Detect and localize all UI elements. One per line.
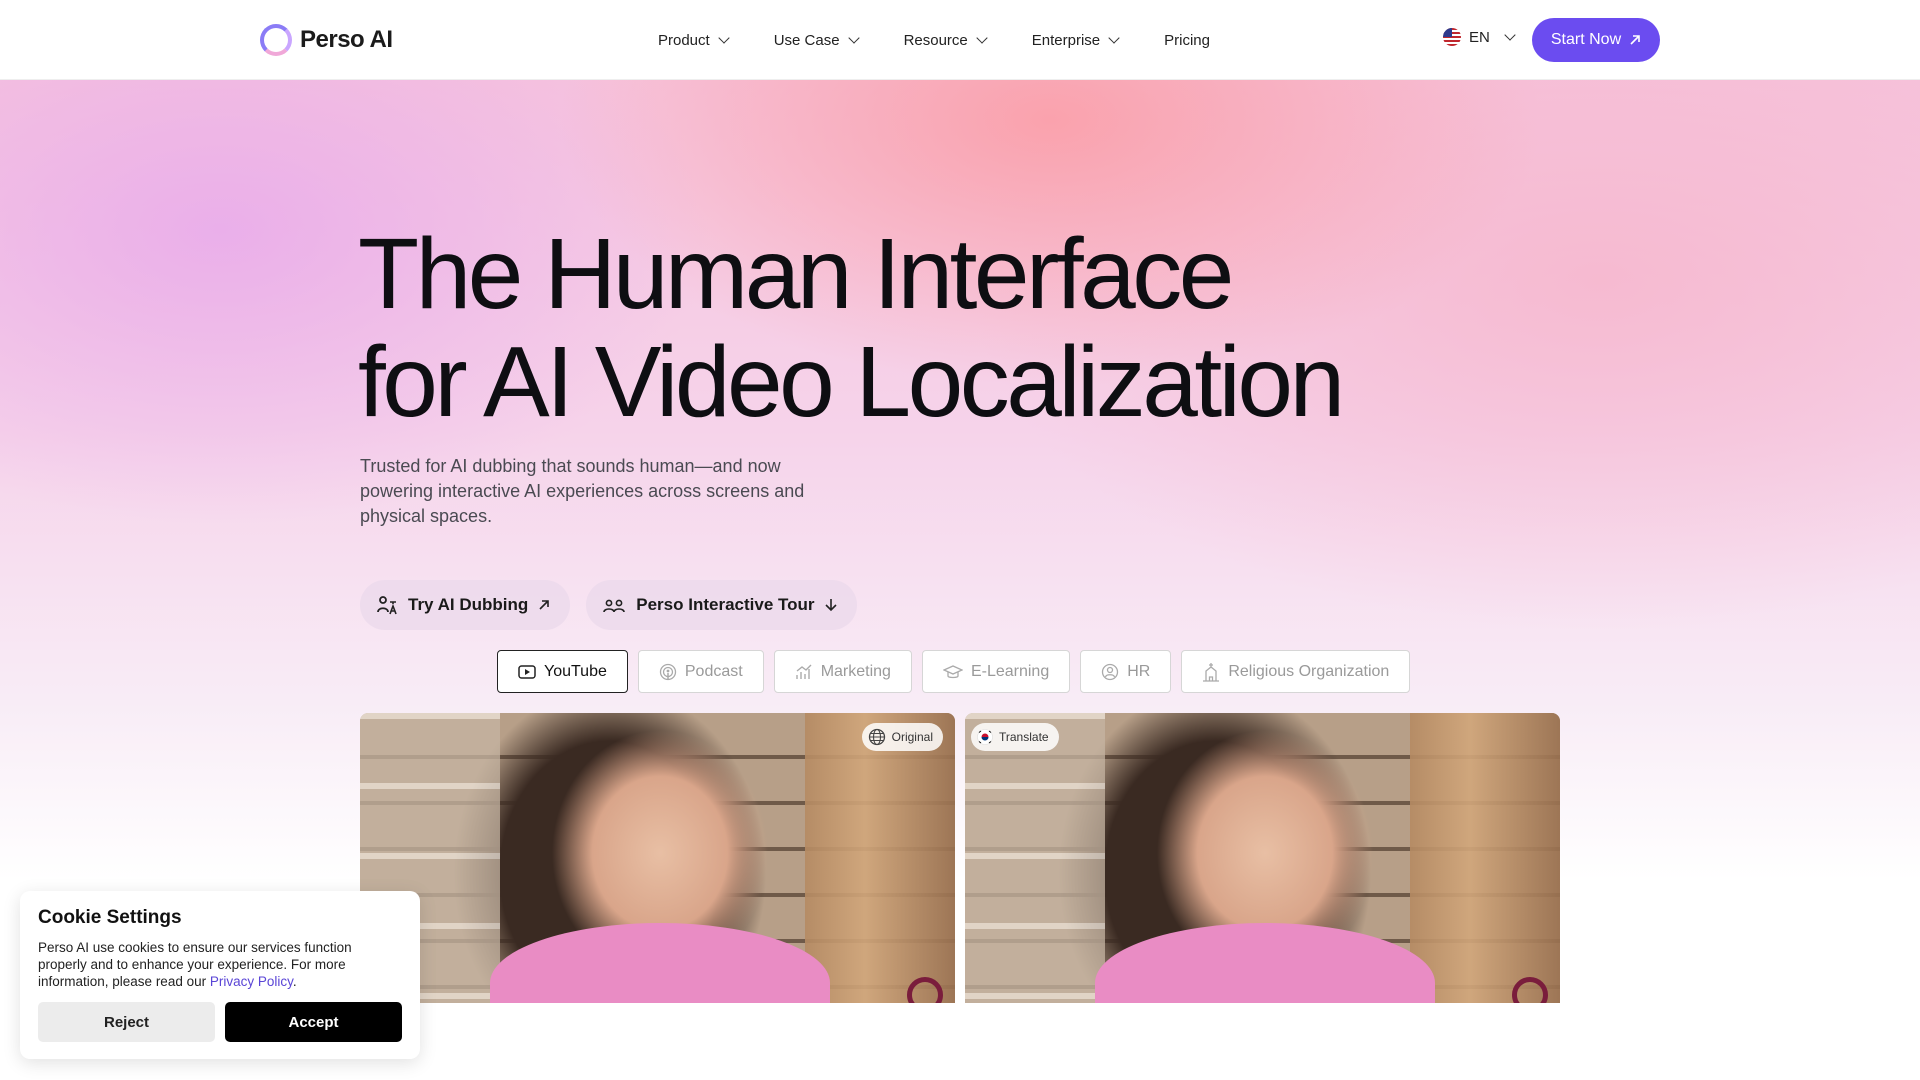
original-label: Original	[891, 730, 933, 744]
globe-icon	[868, 728, 885, 746]
tab-label: Marketing	[820, 662, 891, 680]
nav-use-case[interactable]: Use Case	[773, 31, 860, 49]
tab-label: E-Learning	[970, 662, 1050, 680]
video-subject	[490, 923, 830, 1003]
tab-label: HR	[1127, 662, 1151, 680]
nav-product[interactable]: Product	[658, 31, 730, 49]
start-now-button[interactable]: Start Now	[1532, 18, 1660, 62]
perso-interactive-tour-button[interactable]: Perso Interactive Tour	[586, 580, 857, 630]
person-icon	[1102, 663, 1119, 680]
chevron-down-icon	[1108, 32, 1120, 44]
use-case-tabs: YouTube Podcast Marketing E-Learning HR …	[497, 650, 1411, 693]
logo-text: Perso AI	[300, 26, 393, 53]
tab-podcast[interactable]: Podcast	[637, 650, 764, 693]
try-ai-dubbing-button[interactable]: Try AI Dubbing	[360, 580, 571, 630]
site-header: Perso AI Product Use Case Resource Enter…	[0, 0, 1920, 80]
hero-headline: The Human Interface for AI Video Localiz…	[358, 218, 1345, 438]
nav-label: Pricing	[1164, 31, 1210, 49]
accept-button[interactable]: Accept	[225, 1002, 402, 1042]
reject-button[interactable]: Reject	[38, 1002, 215, 1042]
tab-hr[interactable]: HR	[1080, 650, 1172, 693]
podcast-icon	[659, 663, 677, 680]
us-flag-icon	[1443, 28, 1461, 46]
start-now-label: Start Now	[1550, 31, 1622, 48]
graduation-cap-icon	[942, 664, 963, 678]
logo[interactable]: Perso AI	[260, 22, 393, 58]
dubbing-icon	[377, 596, 397, 615]
chevron-down-icon	[1504, 29, 1516, 41]
tab-label: YouTube	[544, 662, 607, 680]
chevron-down-icon	[976, 32, 988, 44]
nav-label: Resource	[903, 31, 968, 49]
youtube-icon	[518, 664, 536, 679]
chevron-down-icon	[718, 32, 730, 44]
main-nav: Product Use Case Resource Enterprise Pri…	[658, 0, 1256, 80]
nav-enterprise[interactable]: Enterprise	[1031, 31, 1120, 49]
nav-label: Enterprise	[1031, 31, 1101, 49]
video-background	[965, 713, 1105, 1003]
logo-ring-icon	[260, 24, 292, 56]
tab-e-learning[interactable]: E-Learning	[921, 650, 1071, 693]
video-subject	[1095, 923, 1435, 1003]
hero-subtitle: Trusted for AI dubbing that sounds human…	[360, 456, 805, 526]
language-selector[interactable]: EN	[1443, 28, 1516, 46]
cookie-body-text: Perso AI use cookies to ensure our servi…	[38, 940, 352, 989]
people-icon	[603, 599, 626, 613]
cookie-title: Cookie Settings	[38, 907, 182, 928]
cookie-text: Perso AI use cookies to ensure our servi…	[38, 940, 352, 989]
chart-icon	[795, 664, 812, 679]
tab-label: Podcast	[684, 662, 743, 680]
cta-secondary-label: Perso Interactive Tour	[636, 595, 815, 614]
chevron-down-icon	[847, 32, 860, 44]
original-badge: Original	[861, 723, 943, 751]
headline-line-2: for AI Video Localization	[358, 326, 1345, 438]
cta-primary-label: Try AI Dubbing	[408, 595, 529, 614]
arrow-up-right-icon	[1630, 35, 1640, 45]
nav-pricing[interactable]: Pricing	[1164, 32, 1210, 49]
church-icon	[1203, 662, 1220, 682]
nav-label: Product	[658, 31, 710, 49]
tab-youtube[interactable]: YouTube	[497, 650, 628, 693]
translate-label: Translate	[999, 730, 1049, 744]
tab-religious-organization[interactable]: Religious Organization	[1181, 650, 1411, 693]
original-video[interactable]: Original	[360, 713, 955, 1003]
cookie-buttons: Reject Accept	[38, 1002, 402, 1042]
video-background	[805, 713, 955, 1003]
privacy-policy-link[interactable]: Privacy Policy	[210, 974, 293, 989]
video-background	[1410, 713, 1560, 1003]
tab-marketing[interactable]: Marketing	[773, 650, 912, 693]
korea-flag-icon	[977, 729, 993, 745]
cta-row: Try AI Dubbing Perso Interactive Tour	[360, 580, 857, 630]
translated-video[interactable]: Translate	[965, 713, 1560, 1003]
nav-label: Use Case	[773, 31, 840, 49]
arrow-down-icon	[824, 599, 837, 612]
translate-badge: Translate	[971, 723, 1059, 751]
language-label: EN	[1469, 28, 1490, 46]
nav-resource[interactable]: Resource	[903, 31, 988, 49]
tab-label: Religious Organization	[1228, 662, 1390, 680]
headline-line-1: The Human Interface	[358, 218, 1234, 330]
arrow-up-right-icon	[539, 600, 550, 610]
cookie-settings-dialog: Cookie Settings Perso AI use cookies to …	[20, 891, 420, 1059]
